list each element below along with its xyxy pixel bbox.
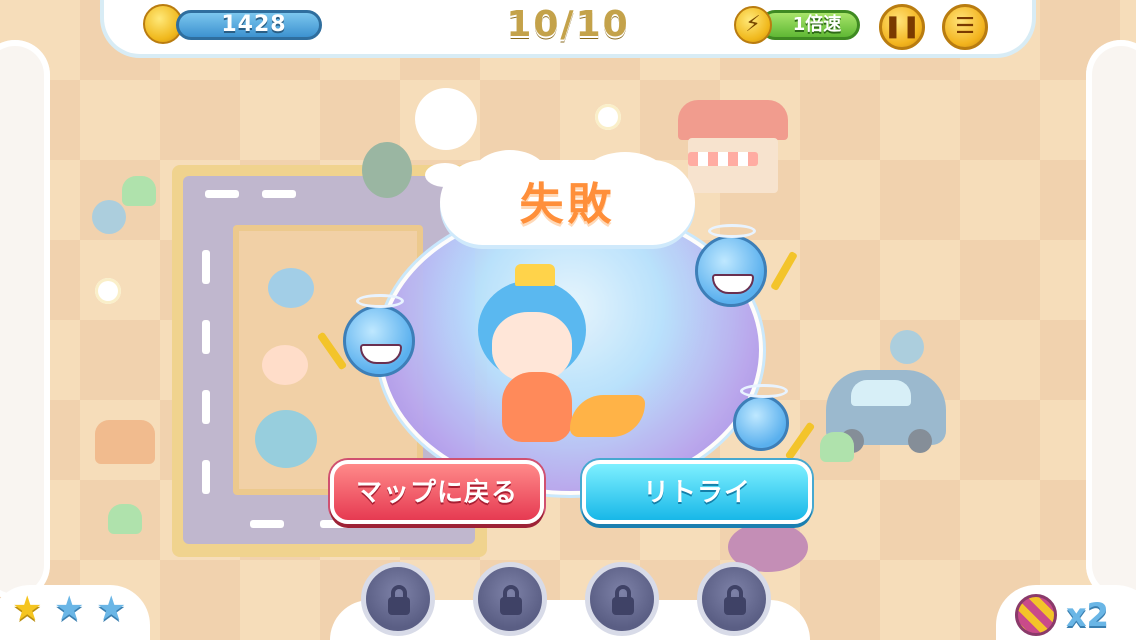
mermaid-body: [502, 372, 572, 442]
star-icon-filled: ★: [12, 589, 43, 629]
wave-counter: 10/10: [506, 4, 630, 45]
menu-list-icon: ☰: [955, 14, 975, 39]
locked-slot[interactable]: [473, 562, 547, 636]
ghost-fish-icon: [695, 224, 767, 307]
ghost-fish-icon: [733, 384, 789, 451]
menu-button[interactable]: ☰: [942, 4, 988, 50]
locked-slot[interactable]: [361, 562, 435, 636]
locked-slot[interactable]: [697, 562, 771, 636]
retry-button[interactable]: リトライ: [582, 460, 812, 524]
back-to-map-button[interactable]: マップに戻る: [330, 460, 544, 524]
star-icon-empty: ★: [96, 589, 127, 629]
speed-label[interactable]: 1倍速: [760, 10, 860, 40]
thought-cloud-puff: [415, 88, 477, 150]
fail-title: 失敗: [519, 179, 616, 230]
candy-ball-icon[interactable]: [1015, 594, 1057, 636]
ghost-fish-icon: [343, 294, 415, 377]
locked-slot[interactable]: [585, 562, 659, 636]
crown-icon: [515, 264, 555, 286]
star-icon-empty: ★: [54, 589, 85, 629]
pause-button[interactable]: ❚❚: [879, 4, 925, 50]
pause-icon: ❚❚: [883, 14, 921, 39]
lightning-icon[interactable]: ⚡: [734, 6, 772, 44]
coin-counter: 1428: [176, 10, 322, 40]
item-count: x2: [1066, 596, 1109, 634]
